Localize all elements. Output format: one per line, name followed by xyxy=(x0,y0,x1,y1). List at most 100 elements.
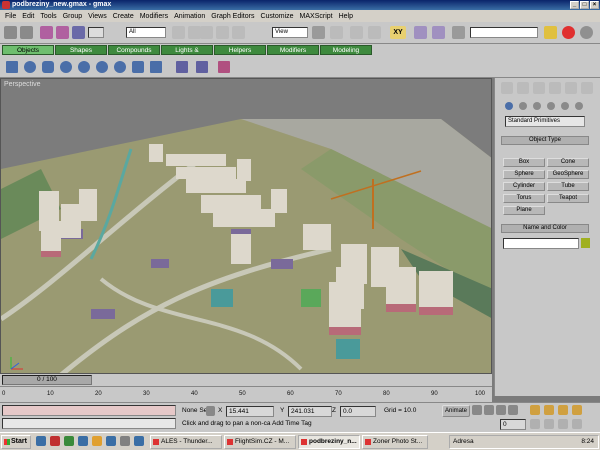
quick-launch-icon[interactable] xyxy=(92,436,102,446)
start-button[interactable]: Start xyxy=(1,435,31,449)
tab-modeling[interactable]: Modeling xyxy=(320,45,372,55)
hierarchy-tab-icon[interactable] xyxy=(533,82,545,94)
select-rotate-icon[interactable] xyxy=(216,26,229,39)
menu-animation[interactable]: Animation xyxy=(171,13,208,20)
animate-button[interactable]: Animate xyxy=(442,405,470,417)
lights-category-icon[interactable] xyxy=(533,102,541,110)
tab-objects[interactable]: Objects xyxy=(2,45,54,55)
teapot-icon[interactable] xyxy=(78,61,90,73)
geosphere-icon[interactable] xyxy=(114,61,126,73)
torus-button[interactable]: Torus xyxy=(503,194,545,203)
cameras-category-icon[interactable] xyxy=(547,102,555,110)
snapshot-icon[interactable] xyxy=(196,61,208,73)
cylinder-button[interactable]: Cylinder xyxy=(503,182,545,191)
menu-group[interactable]: Group xyxy=(60,13,85,20)
taskbar-item[interactable]: ALES - Thunder... xyxy=(150,435,222,449)
maxscript-output-field[interactable] xyxy=(2,418,176,429)
tube-icon[interactable] xyxy=(132,61,144,73)
bind-space-warp-icon[interactable] xyxy=(72,26,85,39)
create-tab-icon[interactable] xyxy=(501,82,513,94)
clock[interactable]: 8:24 xyxy=(581,436,594,448)
select-scale-icon[interactable] xyxy=(232,26,245,39)
cylinder-icon[interactable] xyxy=(42,61,54,73)
plane-icon[interactable] xyxy=(150,61,162,73)
menu-customize[interactable]: Customize xyxy=(257,13,296,20)
quick-launch-icon[interactable] xyxy=(120,436,130,446)
tab-modifiers[interactable]: Modifiers xyxy=(267,45,319,55)
teapot-button[interactable]: Teapot xyxy=(547,194,589,203)
track-bar[interactable]: 0 10 20 30 40 50 60 70 80 90 100 xyxy=(0,386,492,402)
zoom-extents-icon[interactable] xyxy=(558,405,568,415)
add-time-tag[interactable]: Add Time Tag xyxy=(272,419,312,429)
name-and-color-rollout[interactable]: Name and Color xyxy=(501,224,589,233)
selection-region-icon[interactable] xyxy=(88,27,104,38)
menu-views[interactable]: Views xyxy=(85,13,110,20)
next-frame-icon[interactable] xyxy=(508,405,518,415)
tab-lights-cameras[interactable]: Lights & Cameras xyxy=(161,45,213,64)
named-selection-icon[interactable] xyxy=(452,26,465,39)
z-coordinate-field[interactable]: 0.0 xyxy=(340,406,376,417)
time-slider[interactable]: 0 / 100 xyxy=(2,375,92,385)
select-move-icon[interactable] xyxy=(200,26,213,39)
quick-render-icon[interactable] xyxy=(580,26,593,39)
sphere-icon[interactable] xyxy=(24,61,36,73)
shapes-category-icon[interactable] xyxy=(519,102,527,110)
box-icon[interactable] xyxy=(6,61,18,73)
go-to-start-icon[interactable] xyxy=(472,405,482,415)
selection-filter-dropdown[interactable]: All xyxy=(126,27,166,38)
restrict-y-icon[interactable] xyxy=(350,26,363,39)
named-selection-sets-field[interactable] xyxy=(470,27,538,38)
torus-icon[interactable] xyxy=(60,61,72,73)
taskbar-item[interactable]: FlightSim.CZ - M... xyxy=(224,435,296,449)
object-color-swatch[interactable] xyxy=(581,238,590,248)
zoom-all-icon[interactable] xyxy=(544,405,554,415)
box-button[interactable]: Box xyxy=(503,158,545,167)
object-name-field[interactable] xyxy=(503,238,579,249)
menu-file[interactable]: File xyxy=(2,13,19,20)
pan-icon[interactable] xyxy=(544,419,554,429)
zoom-icon[interactable] xyxy=(530,405,540,415)
y-coordinate-field[interactable]: 241.031 xyxy=(288,406,332,417)
maximize-button[interactable]: □ xyxy=(580,1,589,9)
modify-tab-icon[interactable] xyxy=(517,82,529,94)
field-of-view-icon[interactable] xyxy=(530,419,540,429)
space-warps-category-icon[interactable] xyxy=(575,102,583,110)
quick-launch-icon[interactable] xyxy=(36,436,46,446)
tab-shapes[interactable]: Shapes xyxy=(55,45,107,55)
undo-icon[interactable] xyxy=(4,26,17,39)
quick-launch-icon[interactable] xyxy=(64,436,74,446)
motion-tab-icon[interactable] xyxy=(549,82,561,94)
restrict-xy-button[interactable]: XY xyxy=(390,26,406,39)
menu-edit[interactable]: Edit xyxy=(19,13,37,20)
previous-frame-icon[interactable] xyxy=(484,405,494,415)
x-coordinate-field[interactable]: 15.441 xyxy=(226,406,274,417)
minimize-button[interactable]: _ xyxy=(570,1,579,9)
redo-icon[interactable] xyxy=(20,26,33,39)
link-icon[interactable] xyxy=(40,26,53,39)
menu-maxscript[interactable]: MAXScript xyxy=(297,13,336,20)
unlink-icon[interactable] xyxy=(56,26,69,39)
quick-launch-icon[interactable] xyxy=(134,436,144,446)
category-dropdown[interactable]: Standard Primitives xyxy=(505,116,585,127)
tab-helpers[interactable]: Helpers xyxy=(214,45,266,55)
menu-graph-editors[interactable]: Graph Editors xyxy=(208,13,257,20)
menu-create[interactable]: Create xyxy=(110,13,137,20)
current-frame-field[interactable]: 0 xyxy=(500,419,526,430)
cone-button[interactable]: Cone xyxy=(547,158,589,167)
perspective-viewport[interactable]: Perspective xyxy=(0,78,492,374)
maxscript-listener-mini[interactable] xyxy=(2,405,176,416)
pivot-center-icon[interactable] xyxy=(312,26,325,39)
material-editor-icon[interactable] xyxy=(544,26,557,39)
window-titlebar[interactable]: podbreziny_new.gmax - gmax _ □ × xyxy=(0,0,600,10)
geosphere-button[interactable]: GeoSphere xyxy=(547,170,589,179)
cone-icon[interactable] xyxy=(96,61,108,73)
mirror-icon[interactable] xyxy=(414,26,427,39)
menu-help[interactable]: Help xyxy=(336,13,356,20)
array-icon[interactable] xyxy=(176,61,188,73)
spacing-tool-icon[interactable] xyxy=(218,61,230,73)
gmax-app-icon[interactable] xyxy=(2,1,10,9)
zoom-extents-all-icon[interactable] xyxy=(572,405,582,415)
viewport-label[interactable]: Perspective xyxy=(4,81,41,88)
object-type-rollout[interactable]: Object Type xyxy=(501,136,589,145)
align-icon[interactable] xyxy=(432,26,445,39)
